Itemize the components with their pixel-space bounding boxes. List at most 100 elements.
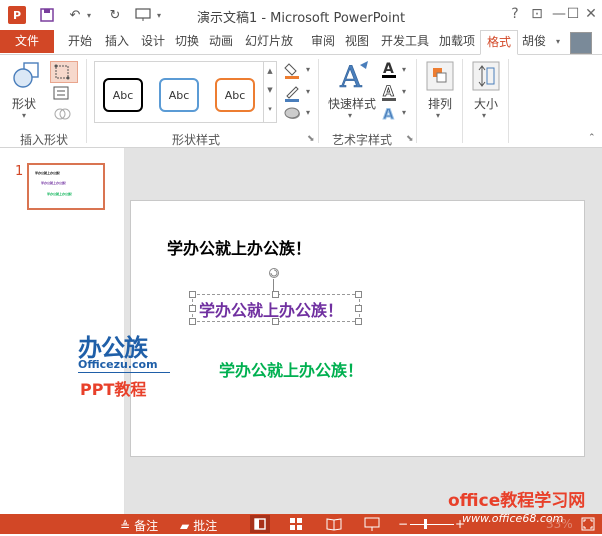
notes-button[interactable]: ≜ 备注 xyxy=(120,517,158,534)
shape-style-swatch[interactable]: Abc xyxy=(103,78,143,112)
user-name[interactable]: 胡俊 xyxy=(522,30,546,53)
tab-review[interactable]: 审阅 xyxy=(306,30,340,53)
divider xyxy=(86,59,87,143)
shapes-gallery-icon[interactable] xyxy=(12,61,40,89)
size-icon[interactable] xyxy=(472,61,500,91)
text-box-icon[interactable] xyxy=(52,84,74,102)
watermark-text: office教程学习网 xyxy=(448,491,586,511)
chevron-down-icon[interactable]: ▾ xyxy=(402,65,406,74)
slide-canvas[interactable]: 学办公就上办公族！ 学办公就上办公族！ 学办公就上办公族！ xyxy=(130,200,585,457)
undo-dropdown-icon[interactable]: ▾ xyxy=(84,6,94,24)
slide-thumbnail[interactable]: 学办公就上办公族！ 学办公就上办公族！ 学办公就上办公族！ xyxy=(27,163,105,210)
group-label-wordart-styles: 艺术字样式 xyxy=(331,133,392,147)
logo-url: Officezu.com xyxy=(78,358,158,371)
svg-text:A: A xyxy=(339,60,362,93)
arrange-icon[interactable] xyxy=(426,61,454,91)
resize-handle[interactable] xyxy=(272,318,279,325)
close-button[interactable]: ✕ xyxy=(578,4,602,24)
edit-shape-icon[interactable] xyxy=(50,61,78,83)
chevron-down-icon: ▾ xyxy=(348,111,353,120)
shape-style-swatch[interactable]: Abc xyxy=(215,78,255,112)
comments-icon: ▰ xyxy=(180,518,190,533)
tab-file[interactable]: 文件 xyxy=(0,30,54,53)
resize-handle[interactable] xyxy=(272,291,279,298)
divider xyxy=(508,59,509,143)
zoom-level[interactable]: 33% xyxy=(546,517,573,531)
normal-view-button[interactable] xyxy=(250,515,270,533)
tab-format[interactable]: 格式 xyxy=(480,30,518,55)
logo-subtitle: PPT教程 xyxy=(80,380,147,399)
size-button[interactable]: 大小 xyxy=(472,95,500,112)
comments-label: 批注 xyxy=(193,519,218,533)
shapes-button[interactable]: 形状 xyxy=(12,95,36,112)
status-bar: ≜ 备注 ▰ 批注 − + www.office68.com 33% xyxy=(0,512,602,534)
comments-button[interactable]: ▰ 批注 xyxy=(180,517,217,534)
tab-view[interactable]: 视图 xyxy=(340,30,374,53)
tab-design[interactable]: 设计 xyxy=(136,30,170,53)
zoom-slider-thumb[interactable] xyxy=(424,519,427,529)
slide-text-green[interactable]: 学办公就上办公族！ xyxy=(219,357,363,381)
resize-handle[interactable] xyxy=(189,291,196,298)
shape-style-swatch[interactable]: Abc xyxy=(159,78,199,112)
text-fill-icon[interactable]: A xyxy=(380,59,400,79)
divider xyxy=(462,59,463,143)
tab-addins[interactable]: 加载项 xyxy=(434,30,480,53)
tab-insert[interactable]: 插入 xyxy=(100,30,134,53)
group-label-shape-styles: 形状样式 xyxy=(171,133,220,147)
divider xyxy=(416,59,417,143)
resize-handle[interactable] xyxy=(189,318,196,325)
avatar[interactable] xyxy=(570,32,592,54)
save-icon[interactable] xyxy=(38,6,56,24)
reading-view-icon[interactable] xyxy=(326,516,342,532)
tab-developer[interactable]: 开发工具 xyxy=(376,30,434,53)
chevron-down-icon[interactable]: ▾ xyxy=(306,108,310,117)
chevron-down-icon[interactable]: ▾ xyxy=(402,108,406,117)
selected-text-box[interactable]: 学办公就上办公族！ xyxy=(189,291,362,325)
text-outline-icon[interactable]: A xyxy=(380,82,400,102)
slide-sorter-view-icon[interactable] xyxy=(288,516,304,532)
zoom-out-button[interactable]: − xyxy=(398,517,408,531)
chevron-down-icon[interactable]: ▾ xyxy=(306,87,310,96)
shape-outline-icon[interactable] xyxy=(284,84,304,102)
merge-shapes-icon[interactable] xyxy=(52,105,74,123)
chevron-down-icon[interactable]: ▾ xyxy=(306,65,310,74)
user-dropdown-icon[interactable]: ▾ xyxy=(556,37,560,46)
powerpoint-app-icon[interactable]: P xyxy=(8,6,26,24)
shape-fill-icon[interactable] xyxy=(284,61,304,79)
wordart-quick-styles-icon[interactable]: A xyxy=(336,59,372,95)
dialog-launcher-icon[interactable]: ⬊ xyxy=(307,134,315,144)
arrange-button[interactable]: 排列 xyxy=(426,95,454,112)
ribbon-tab-row: 文件 开始 插入 设计 切换 动画 幻灯片放 审阅 视图 开发工具 加载项 格式… xyxy=(0,30,602,55)
gallery-scroll[interactable]: ▲ ▼ ▾ xyxy=(263,61,277,123)
title-bar: P ↶ ▾ ↻ ▾ 演示文稿1 - Microsoft PowerPoint ?… xyxy=(0,0,602,30)
resize-handle[interactable] xyxy=(355,318,362,325)
resize-handle[interactable] xyxy=(355,291,362,298)
group-label-insert-shapes: 插入形状 xyxy=(19,133,68,147)
thumbnail-text: 学办公就上办公族！ xyxy=(41,181,69,185)
slide-text-purple[interactable]: 学办公就上办公族！ xyxy=(199,297,343,321)
fit-slide-icon[interactable] xyxy=(580,516,596,532)
slideshow-view-icon[interactable] xyxy=(364,516,380,532)
tab-slideshow[interactable]: 幻灯片放 xyxy=(240,30,298,53)
chevron-down-icon[interactable]: ▾ xyxy=(402,87,406,96)
shape-effects-icon[interactable] xyxy=(284,105,304,121)
zoom-slider-track[interactable] xyxy=(410,524,454,525)
quick-styles-button[interactable]: 快速样式 xyxy=(326,95,378,112)
customize-qat-icon[interactable]: ▾ xyxy=(154,6,164,24)
rotate-handle-icon[interactable] xyxy=(268,267,280,279)
tab-animations[interactable]: 动画 xyxy=(204,30,238,53)
svg-text:A: A xyxy=(383,61,394,77)
dialog-launcher-icon[interactable]: ⬊ xyxy=(406,134,414,144)
present-from-start-icon[interactable] xyxy=(134,6,152,24)
resize-handle[interactable] xyxy=(189,305,196,312)
redo-icon[interactable]: ↻ xyxy=(106,6,124,24)
slide-text-black[interactable]: 学办公就上办公族！ xyxy=(167,235,311,259)
resize-handle[interactable] xyxy=(355,305,362,312)
logo-divider xyxy=(78,372,170,373)
tab-home[interactable]: 开始 xyxy=(63,30,97,53)
collapse-ribbon-icon[interactable]: ⌃ xyxy=(588,133,596,143)
chevron-down-icon: ▾ xyxy=(482,111,487,120)
undo-icon[interactable]: ↶ xyxy=(66,6,84,24)
tab-transitions[interactable]: 切换 xyxy=(170,30,204,53)
text-effects-icon[interactable]: A xyxy=(380,105,400,124)
